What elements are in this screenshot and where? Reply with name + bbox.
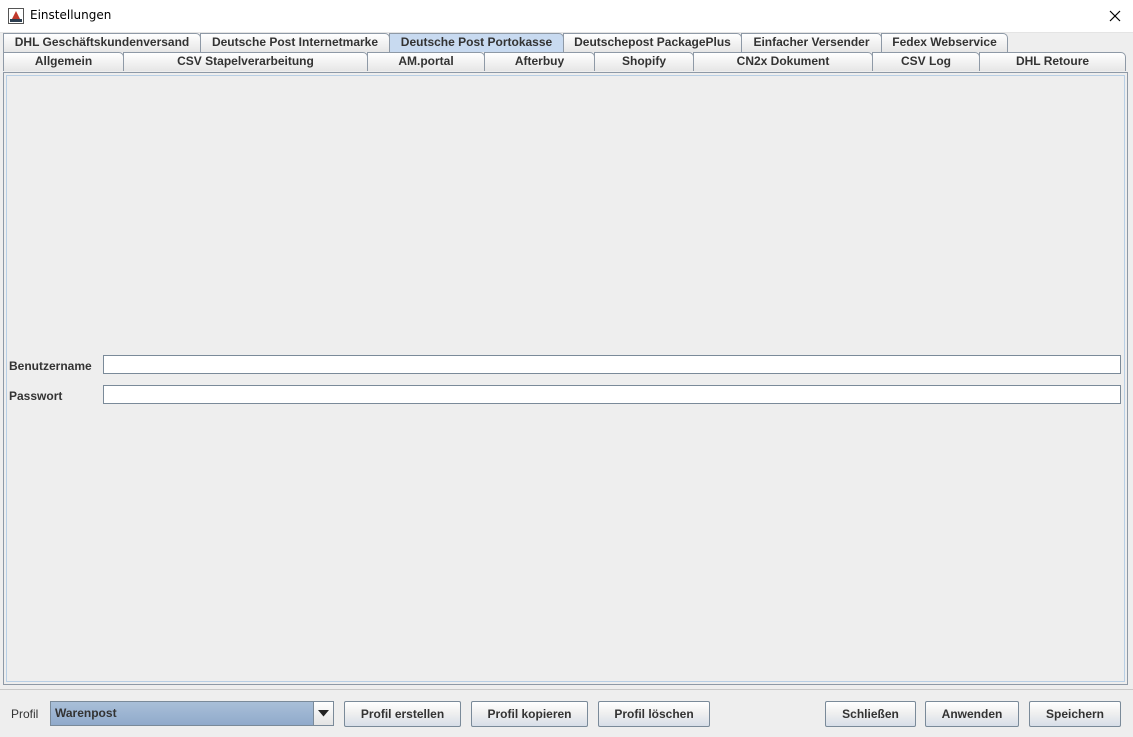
tab-deutsche-post-internetmarke[interactable]: Deutsche Post Internetmarke — [200, 33, 390, 52]
tab-dhl-geschaeftskundenversand[interactable]: DHL Geschäftskundenversand — [3, 33, 201, 52]
bottom-separator — [0, 689, 1133, 690]
close-window-button[interactable] — [1097, 0, 1133, 32]
save-button[interactable]: Speichern — [1029, 701, 1121, 727]
title-bar: Einstellungen — [0, 0, 1133, 33]
tab-deutschepost-packageplus[interactable]: Deutschepost PackagePlus — [563, 33, 742, 52]
close-button[interactable]: Schließen — [825, 701, 916, 727]
profile-label: Profil — [11, 707, 39, 721]
apply-button[interactable]: Anwenden — [925, 701, 1019, 727]
profile-select[interactable]: Warenpost — [50, 701, 334, 726]
profile-select-value: Warenpost — [55, 706, 117, 720]
profile-select-arrow[interactable] — [313, 702, 333, 725]
tab-dhl-retoure[interactable]: DHL Retoure — [979, 52, 1126, 71]
tab-csv-stapelverarbeitung[interactable]: CSV Stapelverarbeitung — [123, 52, 368, 71]
tab-am-portal[interactable]: AM.portal — [367, 52, 485, 71]
copy-profile-button[interactable]: Profil kopieren — [471, 701, 588, 727]
tab-content-inner — [6, 75, 1125, 682]
tab-afterbuy[interactable]: Afterbuy — [484, 52, 595, 71]
tab-cn2x-dokument[interactable]: CN2x Dokument — [693, 52, 873, 71]
create-profile-button[interactable]: Profil erstellen — [344, 701, 461, 727]
tab-shopify[interactable]: Shopify — [594, 52, 694, 71]
chevron-down-icon — [318, 710, 329, 717]
tab-content-panel — [3, 72, 1128, 685]
username-input[interactable] — [103, 355, 1121, 374]
tab-csv-log[interactable]: CSV Log — [872, 52, 980, 71]
tab-fedex-webservice[interactable]: Fedex Webservice — [881, 33, 1008, 52]
tab-einfacher-versender[interactable]: Einfacher Versender — [741, 33, 882, 52]
password-label: Passwort — [9, 389, 63, 403]
close-icon — [1109, 10, 1121, 22]
tab-allgemein[interactable]: Allgemein — [3, 52, 124, 71]
delete-profile-button[interactable]: Profil löschen — [598, 701, 710, 727]
username-label: Benutzername — [9, 359, 92, 373]
app-icon — [8, 8, 24, 24]
tab-deutsche-post-portokasse[interactable]: Deutsche Post Portokasse — [389, 33, 564, 52]
window-title: Einstellungen — [30, 8, 112, 22]
password-input[interactable] — [103, 385, 1121, 404]
